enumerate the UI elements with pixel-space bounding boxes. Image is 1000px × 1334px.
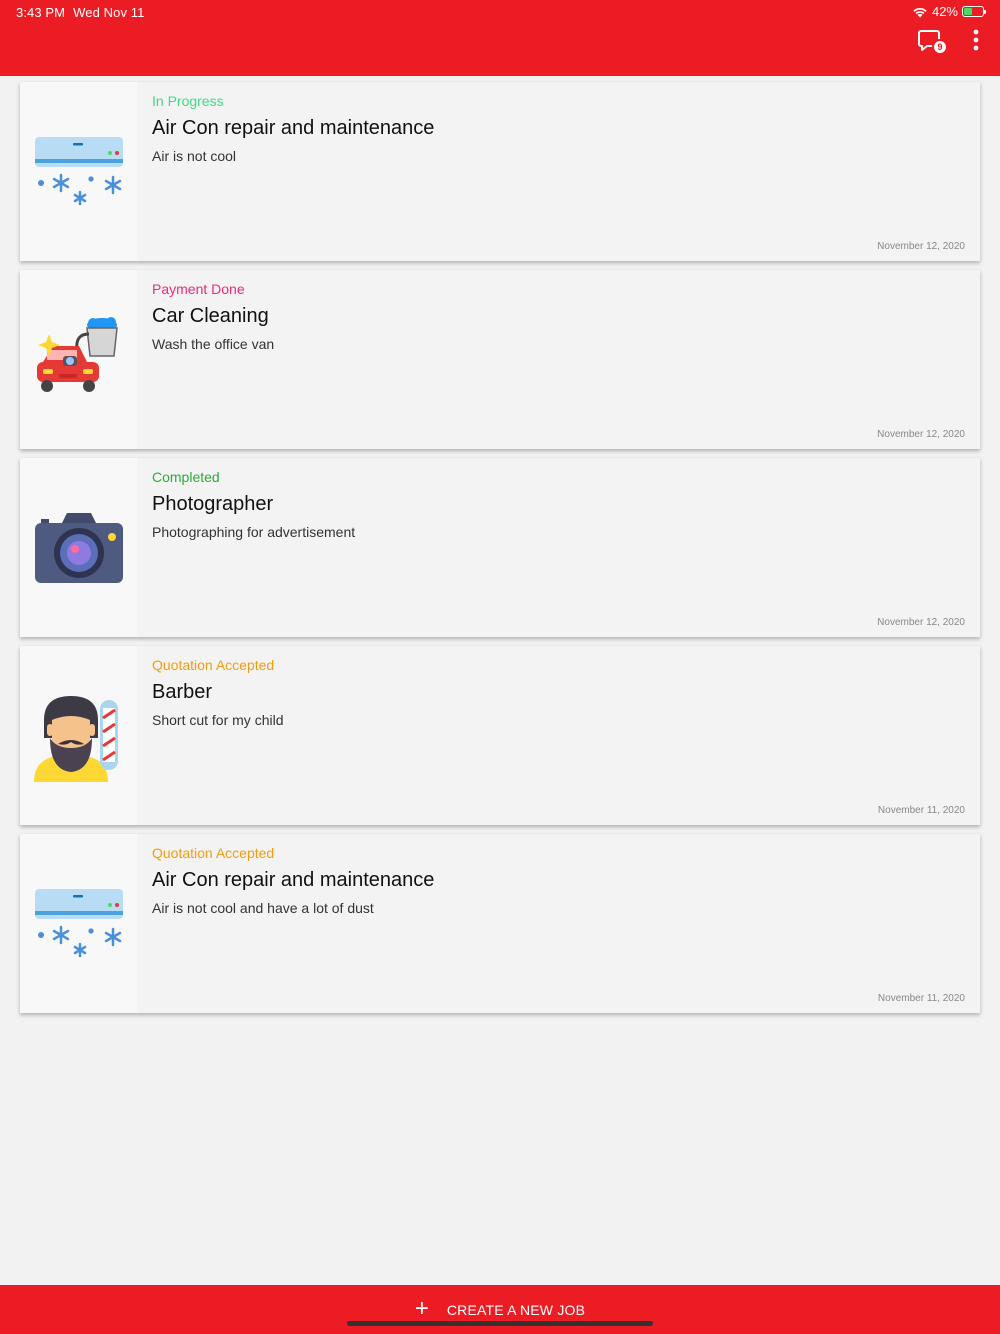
- job-status: Payment Done: [152, 281, 245, 297]
- chat-button[interactable]: 9: [916, 26, 950, 58]
- job-status: Quotation Accepted: [152, 845, 275, 861]
- wifi-icon: [913, 7, 927, 17]
- app-header: 3:43 PM Wed Nov 11 42% 9: [0, 0, 1000, 76]
- job-status: Completed: [152, 469, 220, 485]
- job-status: In Progress: [152, 93, 224, 109]
- job-card[interactable]: Payment Done Car Cleaning Wash the offic…: [20, 270, 980, 449]
- car-wash-icon: [36, 316, 118, 392]
- job-title: Photographer: [152, 493, 274, 515]
- status-time: 3:43 PM: [16, 5, 66, 20]
- job-status: Quotation Accepted: [152, 657, 275, 673]
- job-list: In Progress Air Con repair and maintenan…: [20, 82, 980, 1022]
- job-description: Air is not cool and have a lot of dust: [152, 900, 374, 916]
- job-card[interactable]: In Progress Air Con repair and maintenan…: [20, 82, 980, 261]
- create-new-job-label: CREATE A NEW JOB: [446, 1301, 586, 1318]
- job-card[interactable]: Quotation Accepted Air Con repair and ma…: [20, 834, 980, 1013]
- status-bar-left: 3:43 PM Wed Nov 11: [16, 5, 144, 20]
- job-content: Quotation Accepted Air Con repair and ma…: [152, 845, 966, 917]
- job-date: November 12, 2020: [877, 429, 965, 440]
- footer-bar: + CREATE A NEW JOB: [0, 1285, 1000, 1334]
- battery-icon: [962, 6, 986, 17]
- job-date: November 12, 2020: [877, 617, 965, 628]
- job-thumbnail: [20, 834, 137, 1013]
- battery-percent: 42%: [931, 4, 958, 19]
- job-description: Wash the office van: [152, 336, 275, 352]
- job-date: November 11, 2020: [877, 805, 965, 816]
- job-description: Air is not cool: [152, 148, 237, 164]
- camera-icon: [34, 512, 123, 583]
- job-date: November 12, 2020: [877, 241, 965, 252]
- job-title: Car Cleaning: [152, 305, 269, 327]
- job-content: Quotation Accepted Barber Short cut for …: [152, 657, 966, 729]
- job-content: Payment Done Car Cleaning Wash the offic…: [152, 281, 966, 353]
- plus-icon: +: [414, 1294, 429, 1322]
- air-conditioner-icon: [34, 888, 123, 957]
- job-description: Short cut for my child: [152, 712, 284, 728]
- more-options-button[interactable]: [964, 28, 988, 52]
- job-description: Photographing for advertisement: [152, 524, 356, 540]
- job-thumbnail: [20, 82, 137, 261]
- battery-level: [964, 8, 972, 15]
- job-thumbnail: [20, 270, 137, 449]
- home-indicator: [347, 1321, 653, 1326]
- create-new-job-button[interactable]: + CREATE A NEW JOB: [0, 1285, 1000, 1334]
- chat-badge: 9: [932, 39, 948, 55]
- job-title: Barber: [152, 681, 213, 703]
- job-content: Completed Photographer Photographing for…: [152, 469, 966, 541]
- job-thumbnail: [20, 458, 137, 637]
- job-title: Air Con repair and maintenance: [152, 869, 435, 891]
- job-card[interactable]: Completed Photographer Photographing for…: [20, 458, 980, 637]
- job-content: In Progress Air Con repair and maintenan…: [152, 93, 966, 165]
- job-card[interactable]: Quotation Accepted Barber Short cut for …: [20, 646, 980, 825]
- barber-icon: [33, 695, 118, 782]
- job-date: November 11, 2020: [877, 993, 965, 1004]
- air-conditioner-icon: [34, 136, 123, 205]
- status-bar-right: 42%: [912, 4, 986, 19]
- status-date: Wed Nov 11: [73, 5, 145, 20]
- more-vertical-icon: [973, 29, 979, 51]
- job-title: Air Con repair and maintenance: [152, 117, 435, 139]
- job-thumbnail: [20, 646, 137, 825]
